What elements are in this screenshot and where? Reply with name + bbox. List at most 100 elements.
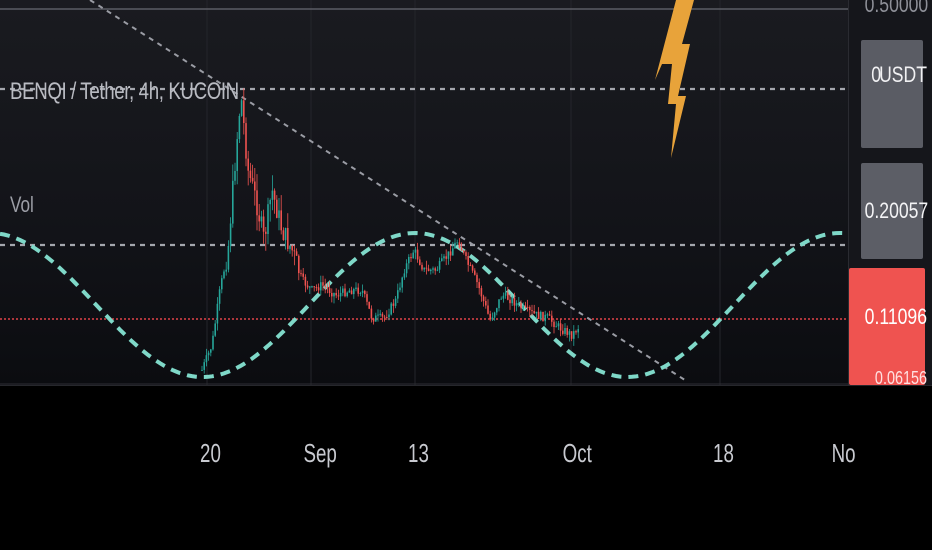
candle-body bbox=[298, 255, 300, 274]
candle-body bbox=[458, 242, 461, 248]
candle-body bbox=[403, 273, 406, 278]
candle-body bbox=[388, 314, 390, 318]
candle-body bbox=[529, 307, 531, 311]
candle-body bbox=[542, 311, 544, 322]
candle-body bbox=[370, 308, 373, 319]
candle-body bbox=[449, 251, 452, 256]
chart-pane[interactable]: BENQI / Tether, 4h, KUCOIN Vol bbox=[0, 0, 848, 385]
candle-body bbox=[526, 306, 529, 308]
candle-body bbox=[315, 287, 318, 289]
candle-body bbox=[377, 314, 379, 316]
candle-body bbox=[254, 181, 256, 191]
candle-body bbox=[278, 210, 280, 218]
time-label-nov: No bbox=[831, 438, 856, 468]
candle-body bbox=[548, 314, 551, 316]
candle-body bbox=[322, 282, 324, 286]
candle-body bbox=[337, 295, 340, 297]
candle-body bbox=[339, 292, 342, 297]
candle-body bbox=[489, 313, 491, 320]
time-label-18: 18 bbox=[713, 438, 734, 468]
candle-body bbox=[515, 303, 518, 306]
candle-body bbox=[304, 276, 307, 286]
candle-body bbox=[249, 170, 252, 178]
candle-body bbox=[564, 328, 566, 334]
candle-body bbox=[276, 199, 278, 218]
candle-body bbox=[533, 311, 535, 314]
lightning-drawing[interactable] bbox=[655, 0, 694, 158]
candle-body bbox=[355, 287, 357, 289]
candle-body bbox=[287, 228, 289, 249]
candle-body bbox=[221, 278, 223, 290]
candle-body bbox=[227, 246, 230, 270]
candle-body bbox=[507, 292, 509, 300]
candle-body bbox=[364, 290, 366, 295]
candle-body bbox=[562, 330, 564, 334]
candle-body bbox=[309, 286, 311, 288]
candle-body bbox=[421, 264, 423, 270]
price-scale[interactable]: 0.50000 0 USDT 0.20057 0.11096 0.06156 bbox=[848, 0, 932, 388]
candle-body bbox=[317, 287, 320, 291]
candle-body bbox=[240, 100, 243, 116]
candle-body bbox=[465, 252, 467, 256]
time-axis[interactable] bbox=[0, 385, 932, 550]
candle-body bbox=[203, 362, 205, 370]
chart-canvas[interactable] bbox=[0, 0, 848, 385]
tradingview-chart: BENQI / Tether, 4h, KUCOIN Vol 0.50000 0… bbox=[0, 0, 932, 550]
candle-body bbox=[399, 287, 401, 291]
candle-body bbox=[467, 256, 469, 265]
candlestick-series bbox=[201, 88, 579, 374]
candle-body bbox=[531, 310, 533, 312]
candle-body bbox=[390, 303, 392, 315]
candle-body bbox=[553, 321, 555, 327]
candle-body bbox=[346, 292, 348, 297]
candle-body bbox=[482, 296, 485, 302]
candle-body bbox=[293, 250, 296, 252]
candle-body bbox=[423, 267, 425, 270]
candle-body bbox=[247, 158, 249, 171]
candle-body bbox=[476, 274, 478, 283]
candle-body bbox=[498, 299, 500, 309]
candle-body bbox=[372, 318, 375, 322]
candle-body bbox=[386, 317, 388, 318]
candle-body bbox=[324, 285, 326, 287]
currency-badge-box[interactable] bbox=[861, 40, 923, 148]
candle-body bbox=[447, 251, 450, 259]
candle-body bbox=[577, 329, 579, 333]
symbol-legend[interactable]: BENQI / Tether, 4h, KUCOIN bbox=[10, 78, 239, 106]
candle-body bbox=[379, 313, 381, 315]
candle-body bbox=[408, 257, 410, 264]
candle-body bbox=[504, 292, 507, 296]
candle-body bbox=[443, 256, 445, 259]
price-label-top: 0.50000 bbox=[864, 0, 929, 17]
candle-body bbox=[353, 289, 355, 295]
candle-body bbox=[269, 200, 271, 205]
candle-body bbox=[551, 315, 553, 322]
volume-legend[interactable]: Vol bbox=[10, 192, 34, 218]
candle-body bbox=[232, 180, 234, 224]
candle-body bbox=[474, 270, 476, 275]
price-label-mid: 0.20057 bbox=[864, 198, 929, 223]
candle-body bbox=[463, 250, 465, 253]
price-label-last: 0.11096 bbox=[864, 304, 927, 329]
candle-body bbox=[540, 311, 542, 319]
candle-body bbox=[566, 328, 568, 335]
candle-body bbox=[456, 242, 458, 244]
candle-body bbox=[559, 323, 562, 331]
candle-body bbox=[291, 245, 293, 251]
candle-body bbox=[284, 228, 287, 241]
candle-body bbox=[471, 265, 474, 271]
candle-body bbox=[520, 302, 522, 309]
descending-trendline[interactable] bbox=[89, 0, 689, 383]
candle-body bbox=[436, 269, 439, 271]
candle-body bbox=[212, 335, 214, 350]
candle-body bbox=[568, 331, 571, 335]
candle-body bbox=[348, 290, 351, 293]
candle-body bbox=[251, 177, 254, 182]
candle-body bbox=[368, 301, 370, 309]
candle-body bbox=[214, 323, 216, 336]
currency-badge: USDT bbox=[879, 62, 927, 87]
candle-body bbox=[445, 256, 447, 259]
sine-wave-drawing[interactable] bbox=[0, 230, 848, 380]
candle-body bbox=[236, 139, 238, 171]
candle-body bbox=[555, 326, 557, 328]
